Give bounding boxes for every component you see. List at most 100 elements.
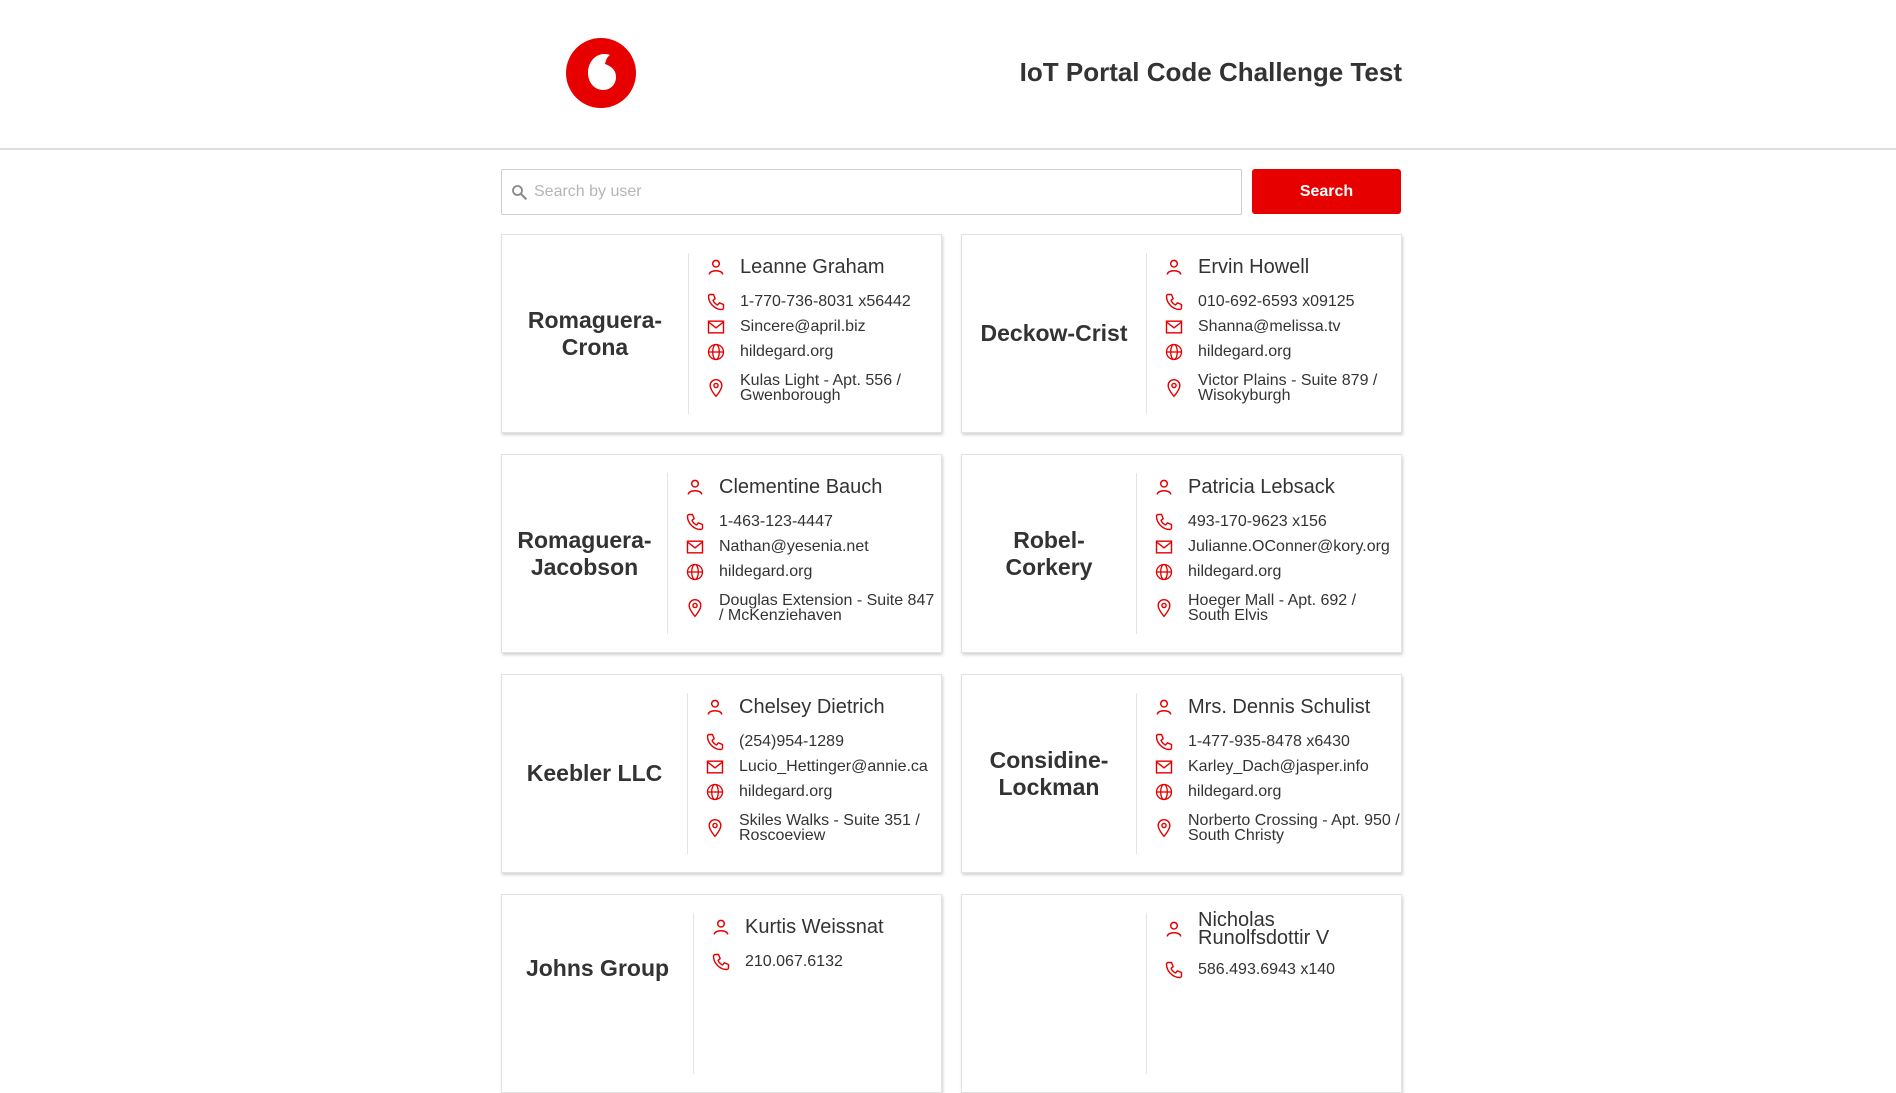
user-details: Mrs. Dennis Schulist 1-477-935-8478 x643… xyxy=(1137,675,1401,872)
mail-icon xyxy=(1163,316,1185,338)
search-icon xyxy=(512,185,527,200)
user-website: hildegard.org xyxy=(1188,562,1282,580)
company-name: Keebler LLC xyxy=(526,760,663,786)
user-icon xyxy=(705,256,727,278)
page-title: IoT Portal Code Challenge Test xyxy=(1019,57,1402,87)
user-card-grid: Romaguera-Crona Leanne Graham 1-770-736-… xyxy=(501,234,1402,1093)
user-icon xyxy=(1163,256,1185,278)
website-row: hildegard.org xyxy=(1163,339,1401,364)
location-pin-icon xyxy=(1153,817,1175,839)
user-card: Considine-Lockman Mrs. Dennis Schulist 1… xyxy=(961,674,1402,873)
user-name-row: Kurtis Weissnat xyxy=(710,913,941,941)
user-details: Nicholas Runolfsdottir V 586.493.6943 x1… xyxy=(1147,895,1401,1092)
globe-icon xyxy=(1163,341,1185,363)
search-bar: Search xyxy=(501,169,1401,215)
mail-icon xyxy=(1153,536,1175,558)
phone-row: (254)954-1289 xyxy=(704,729,941,754)
globe-icon xyxy=(705,341,727,363)
phone-row: 493-170-9623 x156 xyxy=(1153,509,1401,534)
email-row: Shanna@melissa.tv xyxy=(1163,314,1401,339)
user-card: Romaguera-Jacobson Clementine Bauch 1-46… xyxy=(501,454,942,653)
user-name: Leanne Graham xyxy=(740,255,885,278)
user-details: Chelsey Dietrich (254)954-1289 Lucio_Het… xyxy=(688,675,941,872)
email-row: Julianne.OConner@kory.org xyxy=(1153,534,1401,559)
company-name: Romaguera-Crona xyxy=(527,306,663,360)
phone-icon xyxy=(705,291,727,313)
user-card: Deckow-Crist Ervin Howell 010-692-6593 x… xyxy=(961,234,1402,433)
user-details: Clementine Bauch 1-463-123-4447 Nathan@y… xyxy=(668,455,941,652)
user-email: Lucio_Hettinger@annie.ca xyxy=(739,757,928,775)
user-phone: 1-477-935-8478 x6430 xyxy=(1188,732,1350,750)
user-website: hildegard.org xyxy=(719,562,813,580)
company-name xyxy=(962,895,1146,1092)
user-address: Norberto Crossing - Apt. 950 / South Chr… xyxy=(1188,812,1400,844)
user-email: Sincere@april.biz xyxy=(740,317,866,335)
search-field[interactable] xyxy=(501,169,1242,215)
user-name: Mrs. Dennis Schulist xyxy=(1188,695,1371,718)
user-icon xyxy=(1153,476,1175,498)
user-website: hildegard.org xyxy=(1198,342,1292,360)
user-name-row: Clementine Bauch xyxy=(684,473,941,501)
company-name: Considine-Lockman xyxy=(989,746,1109,800)
user-phone: 210.067.6132 xyxy=(745,952,843,970)
globe-icon xyxy=(1153,561,1175,583)
phone-icon xyxy=(684,511,706,533)
location-pin-icon xyxy=(704,817,726,839)
phone-icon xyxy=(1153,731,1175,753)
vodafone-logo[interactable] xyxy=(566,38,636,108)
phone-icon xyxy=(1163,291,1185,313)
user-address: Victor Plains - Suite 879 / Wisokyburgh xyxy=(1198,372,1378,404)
phone-row: 210.067.6132 xyxy=(710,949,941,974)
search-button[interactable]: Search xyxy=(1252,169,1401,214)
user-phone: 010-692-6593 x09125 xyxy=(1198,292,1355,310)
user-icon xyxy=(704,696,726,718)
email-row: Sincere@april.biz xyxy=(705,314,941,339)
user-name: Nicholas Runolfsdottir V xyxy=(1198,909,1330,949)
company-name: Robel-Corkery xyxy=(1005,526,1093,580)
email-row: Nathan@yesenia.net xyxy=(684,534,941,559)
user-phone: 1-463-123-4447 xyxy=(719,512,833,530)
user-name-row: Leanne Graham xyxy=(705,253,941,281)
address-row: Victor Plains - Suite 879 / Wisokyburgh xyxy=(1163,372,1401,404)
address-row: Norberto Crossing - Apt. 950 / South Chr… xyxy=(1153,812,1401,844)
user-website: hildegard.org xyxy=(740,342,834,360)
globe-icon xyxy=(684,561,706,583)
user-email: Karley_Dach@jasper.info xyxy=(1188,757,1369,775)
phone-icon xyxy=(1163,959,1185,981)
phone-row: 586.493.6943 x140 xyxy=(1163,957,1401,982)
website-row: hildegard.org xyxy=(1153,779,1401,804)
email-row: Lucio_Hettinger@annie.ca xyxy=(704,754,941,779)
user-card: Robel-Corkery Patricia Lebsack 493-170-9… xyxy=(961,454,1402,653)
user-icon xyxy=(684,476,706,498)
location-pin-icon xyxy=(1163,377,1185,399)
phone-icon xyxy=(704,731,726,753)
location-pin-icon xyxy=(1153,597,1175,619)
user-name: Clementine Bauch xyxy=(719,475,883,498)
company-name: Romaguera-Jacobson xyxy=(517,526,652,580)
address-row: Skiles Walks - Suite 351 / Roscoeview xyxy=(704,812,941,844)
user-address: Skiles Walks - Suite 351 / Roscoeview xyxy=(739,812,920,844)
user-name-row: Chelsey Dietrich xyxy=(704,693,941,721)
user-card: Johns Group Kurtis Weissnat 210.067.6132 xyxy=(501,894,942,1093)
user-details: Patricia Lebsack 493-170-9623 x156 Julia… xyxy=(1137,455,1401,652)
user-details: Ervin Howell 010-692-6593 x09125 Shanna@… xyxy=(1147,235,1401,432)
user-name: Kurtis Weissnat xyxy=(745,915,884,938)
mail-icon xyxy=(705,316,727,338)
user-name-row: Patricia Lebsack xyxy=(1153,473,1401,501)
user-name-row: Mrs. Dennis Schulist xyxy=(1153,693,1401,721)
globe-icon xyxy=(704,781,726,803)
user-card: Romaguera-Crona Leanne Graham 1-770-736-… xyxy=(501,234,942,433)
website-row: hildegard.org xyxy=(705,339,941,364)
mail-icon xyxy=(1153,756,1175,778)
company-name: Johns Group xyxy=(525,955,670,981)
user-name: Patricia Lebsack xyxy=(1188,475,1335,498)
phone-row: 1-770-736-8031 x56442 xyxy=(705,289,941,314)
search-input[interactable] xyxy=(534,170,1234,214)
website-row: hildegard.org xyxy=(704,779,941,804)
user-phone: (254)954-1289 xyxy=(739,732,844,750)
globe-icon xyxy=(1153,781,1175,803)
user-icon xyxy=(1163,918,1185,940)
user-phone: 586.493.6943 x140 xyxy=(1198,960,1336,978)
mail-icon xyxy=(684,536,706,558)
phone-row: 010-692-6593 x09125 xyxy=(1163,289,1401,314)
